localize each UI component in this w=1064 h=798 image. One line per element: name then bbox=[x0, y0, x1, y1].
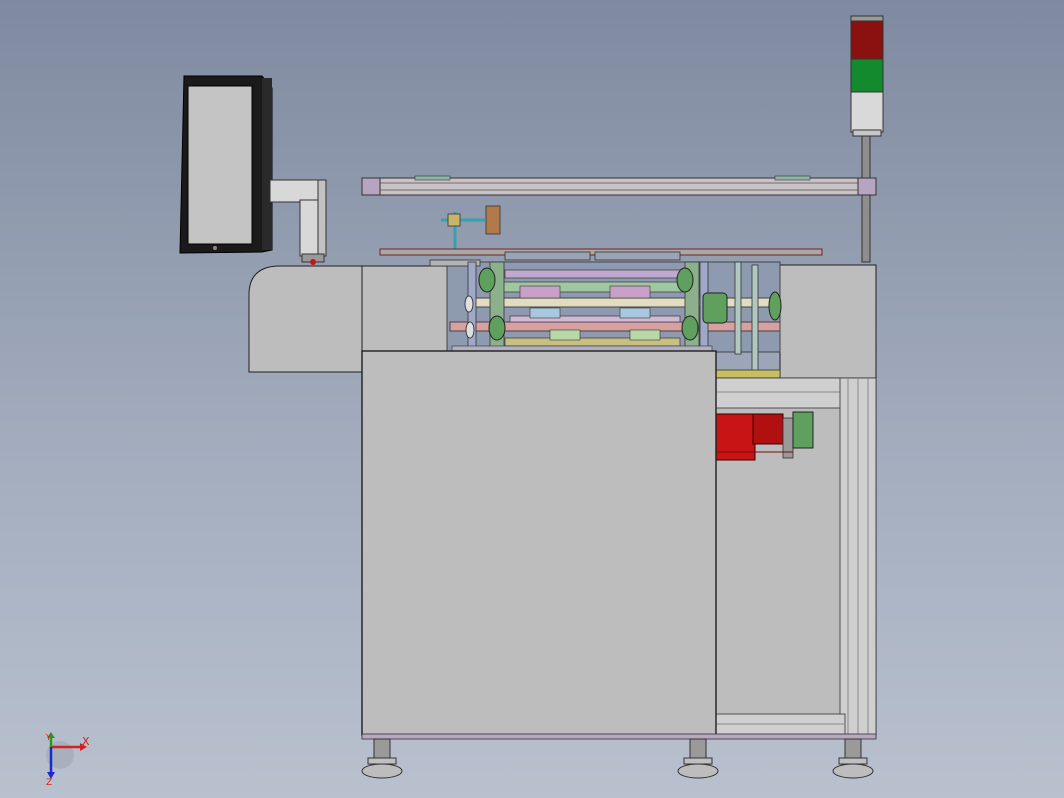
leveling-foot-left bbox=[361, 738, 403, 779]
x-axis-label: X bbox=[82, 735, 90, 748]
gantry-beam bbox=[361, 175, 877, 196]
z-axis-label: Z bbox=[46, 778, 52, 788]
coordinate-triad: X Y Z bbox=[45, 732, 90, 788]
monitor-screen bbox=[187, 85, 253, 245]
stack-light-green-lens bbox=[850, 58, 884, 93]
emergency-stop-icon[interactable] bbox=[310, 259, 316, 265]
monitor-power-led bbox=[213, 246, 217, 250]
pulley-left-bottom bbox=[488, 315, 506, 341]
stack-light-red-lens bbox=[850, 20, 884, 60]
stack-light bbox=[850, 15, 884, 263]
monitor-arm bbox=[269, 179, 327, 265]
right-upper-cover bbox=[779, 264, 877, 380]
y-axis-label: Y bbox=[45, 733, 51, 742]
pulley-left-top bbox=[478, 267, 496, 293]
main-cabinet-door[interactable] bbox=[361, 350, 717, 736]
leveling-foot-right bbox=[832, 738, 874, 779]
stack-light-base bbox=[850, 91, 884, 133]
pulley-right-top bbox=[676, 267, 694, 293]
cad-viewport[interactable]: X Y Z bbox=[0, 0, 1064, 798]
leveling-foot-middle bbox=[677, 738, 719, 779]
stack-light-pole bbox=[861, 135, 871, 263]
hmi-monitor bbox=[179, 75, 273, 254]
sensor-bracket bbox=[441, 205, 501, 250]
pulley-right-bottom bbox=[681, 315, 699, 341]
